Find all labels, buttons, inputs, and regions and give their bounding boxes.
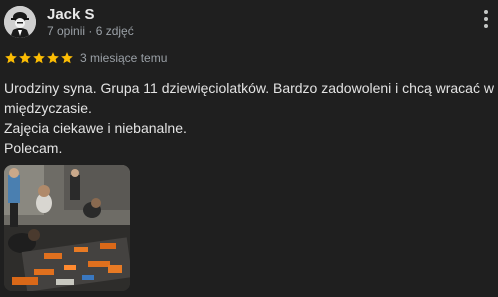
menu-dot [484, 24, 488, 28]
review-text: Urodziny syna. Grupa 11 dziewięciolatków… [4, 80, 494, 156]
star-icon [5, 52, 17, 64]
photo-thumbnail [4, 165, 130, 291]
menu-dot [484, 10, 488, 14]
author-avatar[interactable] [4, 6, 36, 38]
avatar-image [4, 6, 36, 38]
author-stats: 7 opinii · 6 zdjęć [47, 24, 134, 38]
review-date: 3 miesiące temu [80, 51, 168, 65]
more-vert-icon[interactable] [480, 8, 492, 30]
star-icon [19, 52, 31, 64]
star-icon [33, 52, 45, 64]
star-rating [4, 51, 74, 65]
star-icon [47, 52, 59, 64]
review-card: Jack S 7 opinii · 6 zdjęć 3 miesiące tem… [0, 0, 498, 297]
star-icon [61, 52, 73, 64]
author-name[interactable]: Jack S [47, 6, 95, 24]
menu-dot [484, 17, 488, 21]
review-photo[interactable] [4, 165, 130, 291]
